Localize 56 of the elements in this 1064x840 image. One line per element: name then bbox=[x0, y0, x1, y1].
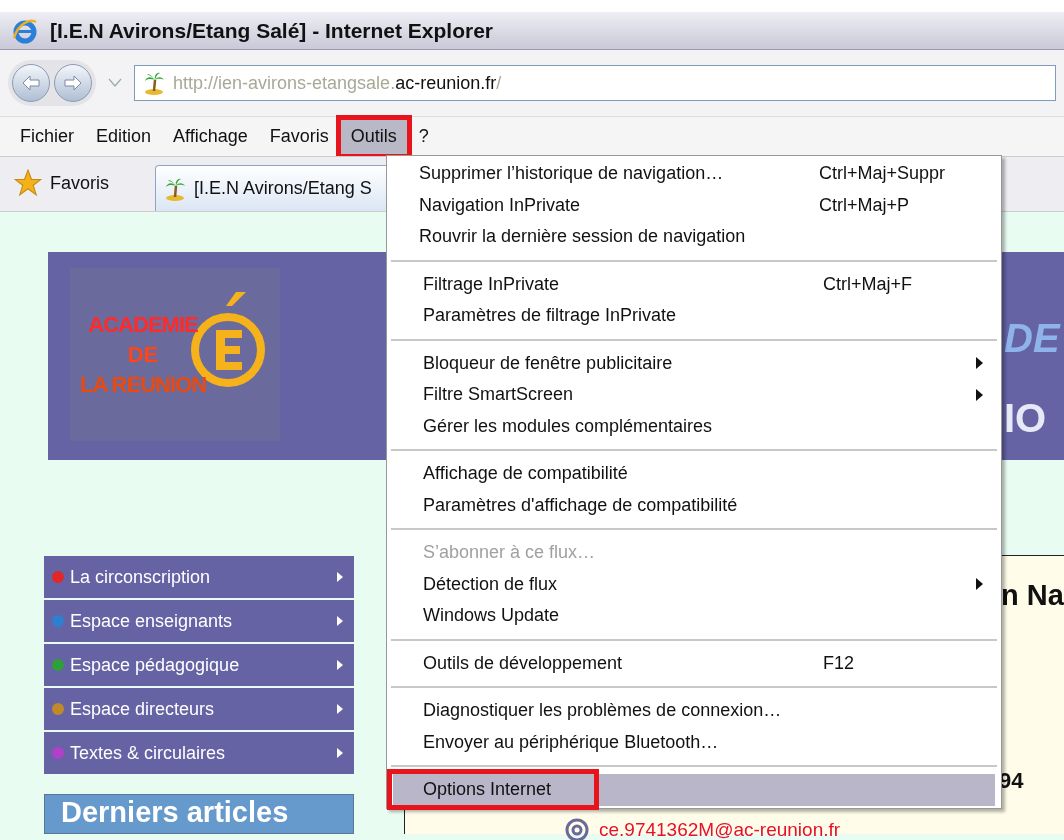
menu-item[interactable]: Envoyer au périphérique Bluetooth… bbox=[393, 726, 995, 758]
banner-text: IO bbox=[1004, 395, 1047, 442]
nav-menu-item[interactable]: Espace enseignants bbox=[44, 600, 354, 642]
menu-bar-item[interactable]: Edition bbox=[86, 119, 162, 154]
nav-menu-item[interactable]: La circonscription bbox=[44, 556, 354, 598]
back-button[interactable] bbox=[12, 64, 50, 102]
arrow-right-icon bbox=[336, 615, 344, 627]
menu-item[interactable]: Gérer les modules complémentaires bbox=[393, 410, 995, 442]
nav-menu-item[interactable]: Textes & circulaires bbox=[44, 732, 354, 774]
section-heading: Derniers articles bbox=[44, 794, 354, 834]
palm-tree-icon bbox=[143, 71, 165, 95]
nav-label: Espace pédagogique bbox=[70, 653, 241, 677]
logo-text: LA REUNION bbox=[79, 370, 207, 399]
menu-item[interactable]: Filtre SmartScreen bbox=[393, 379, 995, 411]
menu-item[interactable]: Paramètres de filtrage InPrivate bbox=[393, 300, 995, 332]
star-icon bbox=[14, 169, 42, 197]
back-arrow-icon bbox=[21, 75, 41, 91]
email-link[interactable]: ce.9741362M@ac-reunion.fr bbox=[599, 816, 841, 840]
menu-item[interactable]: Windows Update bbox=[393, 600, 995, 632]
arrow-right-icon bbox=[336, 747, 344, 759]
dropdown-caret-icon[interactable] bbox=[108, 78, 122, 88]
menu-item[interactable]: Bloqueur de fenêtre publicitaire bbox=[393, 347, 995, 379]
palm-tree-icon bbox=[164, 176, 186, 201]
window-title: [I.E.N Avirons/Etang Salé] - Internet Explorer bbox=[50, 17, 494, 44]
url-text: http://ien-avirons-etangsale.ac-reunion.fr/ bbox=[173, 71, 502, 95]
menu-item[interactable]: Diagnostiquer les problèmes de connexion… bbox=[393, 695, 995, 727]
nav-menu-item[interactable]: Espace directeurs bbox=[44, 688, 354, 730]
nav-label: Textes & circulaires bbox=[70, 741, 227, 765]
menu-item[interactable]: Paramètres d'affichage de compatibilité bbox=[393, 489, 995, 521]
forward-arrow-icon bbox=[63, 75, 83, 91]
favorites-button[interactable]: Favoris bbox=[14, 161, 109, 205]
browser-e-icon bbox=[12, 17, 38, 44]
arrow-right-icon bbox=[336, 659, 344, 671]
logo-text: ACADEMIE bbox=[88, 310, 198, 339]
forward-button[interactable] bbox=[54, 64, 92, 102]
menu-item[interactable]: Outils de développement F12 bbox=[393, 647, 995, 679]
menu-item[interactable]: Affichage de compatibilité bbox=[393, 458, 995, 490]
menu-item[interactable]: Filtrage InPrivate Ctrl+Maj+F bbox=[393, 268, 995, 300]
menu-item[interactable]: Rouvrir la dernière session de navigation bbox=[389, 221, 999, 253]
menu-bar-item[interactable]: ? bbox=[408, 119, 439, 154]
address-field[interactable]: http://ien-avirons-etangsale.ac-reunion.fr/ bbox=[134, 65, 1056, 101]
menu-bar-item[interactable]: Fichier bbox=[10, 119, 84, 154]
logo-text: DE bbox=[127, 340, 159, 369]
nav-menu-item[interactable]: Espace pédagogique bbox=[44, 644, 354, 686]
content-heading-text: n Na bbox=[1001, 578, 1064, 613]
at-sign-icon bbox=[565, 818, 589, 840]
menu-item[interactable]: Options Internet bbox=[393, 774, 995, 806]
menu-item[interactable]: Détection de flux bbox=[393, 568, 995, 600]
banner-text: DE bbox=[1004, 315, 1060, 362]
nav-label: Espace directeurs bbox=[70, 697, 216, 721]
menu-bar-item[interactable]: Favoris bbox=[259, 119, 339, 154]
nav-label: Espace enseignants bbox=[70, 609, 234, 633]
menu-bar-item[interactable]: Affichage bbox=[163, 119, 258, 154]
arrow-right-icon bbox=[336, 571, 344, 583]
arrow-right-icon bbox=[336, 703, 344, 715]
nav-label: La circonscription bbox=[70, 565, 212, 589]
